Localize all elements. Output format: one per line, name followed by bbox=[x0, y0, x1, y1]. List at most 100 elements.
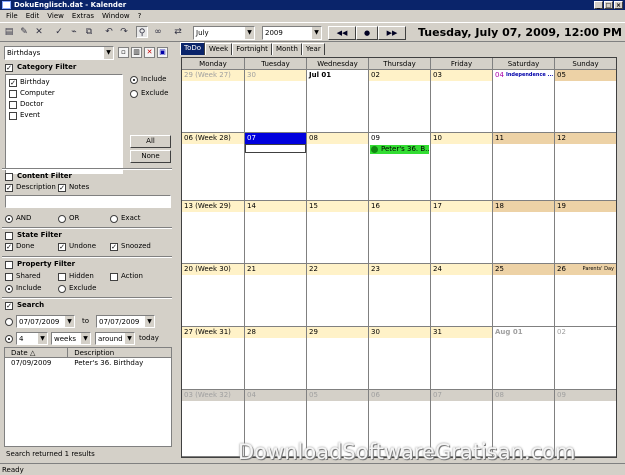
day-cell[interactable]: 23 bbox=[369, 264, 431, 327]
day-cell[interactable]: 26 Parents' Day bbox=[555, 264, 616, 327]
month-calendar[interactable]: Monday Tuesday Wednesday Thursday Friday… bbox=[181, 57, 617, 458]
day-cell[interactable]: 18 bbox=[493, 201, 555, 264]
menu-window[interactable]: Window bbox=[98, 12, 134, 20]
category-computer-checkbox[interactable] bbox=[9, 90, 17, 98]
date-range-radio[interactable] bbox=[5, 318, 13, 326]
column-header-description[interactable]: Description bbox=[68, 348, 171, 357]
tab-week[interactable]: Week bbox=[205, 43, 233, 55]
day-cell[interactable]: 19 bbox=[555, 201, 616, 264]
redo-icon[interactable]: ↷ bbox=[118, 26, 130, 38]
tab-year[interactable]: Year bbox=[301, 43, 325, 55]
day-cell[interactable]: 03 (Week 32) bbox=[182, 390, 245, 457]
month-select[interactable]: July ▼ bbox=[193, 26, 255, 40]
day-cell[interactable]: 15 bbox=[307, 201, 369, 264]
new-icon[interactable]: ▤ bbox=[3, 26, 15, 38]
day-cell[interactable]: 25 bbox=[493, 264, 555, 327]
tab-fortnight[interactable]: Fortnight bbox=[232, 43, 272, 55]
undo-icon[interactable]: ↶ bbox=[103, 26, 115, 38]
category-filter-checkbox[interactable]: ✓ bbox=[5, 64, 13, 72]
sync-icon[interactable]: ⇄ bbox=[172, 26, 184, 38]
day-cell[interactable]: 10 bbox=[431, 133, 493, 201]
day-cell[interactable]: 05 bbox=[555, 70, 616, 133]
content-search-input[interactable] bbox=[5, 195, 171, 208]
day-cell[interactable]: 28 bbox=[245, 327, 307, 390]
range-position-select[interactable]: around ▼ bbox=[95, 332, 135, 345]
day-cell[interactable]: 22 bbox=[307, 264, 369, 327]
undone-checkbox[interactable]: ✓ bbox=[58, 243, 66, 251]
today-button[interactable]: ● bbox=[356, 26, 378, 40]
list-item[interactable]: 07/09/2009 Peter's 36. Birthday bbox=[5, 358, 171, 368]
filter-icon[interactable]: ⚲ bbox=[136, 26, 148, 38]
search-to-date[interactable]: 07/07/2009 ▼ bbox=[96, 315, 155, 328]
day-cell[interactable]: 31 bbox=[431, 327, 493, 390]
shared-checkbox[interactable] bbox=[5, 273, 13, 281]
menu-extras[interactable]: Extras bbox=[68, 12, 98, 20]
tab-month[interactable]: Month bbox=[271, 43, 302, 55]
day-cell[interactable]: 09 Peter's 36. B... bbox=[369, 133, 431, 201]
snooze-icon[interactable]: ⌁ bbox=[68, 26, 80, 38]
day-cell[interactable]: 13 (Week 29) bbox=[182, 201, 245, 264]
stats-icon[interactable]: ▥ bbox=[131, 47, 142, 58]
copy-icon[interactable]: ⧉ bbox=[83, 26, 95, 38]
find-icon[interactable]: ∞ bbox=[152, 26, 164, 38]
category-include-radio[interactable] bbox=[130, 76, 138, 84]
event-item[interactable]: Peter's 36. B... bbox=[370, 145, 429, 154]
category-list[interactable]: ✓ Birthday Computer Doctor Event bbox=[5, 74, 123, 174]
selection-box[interactable] bbox=[245, 144, 306, 153]
hidden-checkbox[interactable] bbox=[58, 273, 66, 281]
save-profile-icon[interactable]: ▣ bbox=[157, 47, 168, 58]
tab-todo[interactable]: ToDo bbox=[180, 42, 206, 55]
day-cell[interactable]: 14 bbox=[245, 201, 307, 264]
action-checkbox[interactable] bbox=[110, 273, 118, 281]
day-cell[interactable]: 11 bbox=[493, 133, 555, 201]
description-checkbox[interactable]: ✓ bbox=[5, 184, 13, 192]
exact-radio[interactable] bbox=[110, 215, 118, 223]
day-cell[interactable]: 12 bbox=[555, 133, 616, 201]
menu-view[interactable]: View bbox=[43, 12, 68, 20]
state-filter-checkbox[interactable] bbox=[5, 232, 13, 240]
category-exclude-radio[interactable] bbox=[130, 90, 138, 98]
close-button[interactable]: × bbox=[614, 1, 623, 9]
day-cell[interactable]: 30 bbox=[245, 70, 307, 133]
day-cell[interactable]: 06 (Week 28) bbox=[182, 133, 245, 201]
property-include-radio[interactable] bbox=[5, 285, 13, 293]
property-exclude-radio[interactable] bbox=[58, 285, 66, 293]
search-results-list[interactable]: Date △ Description 07/09/2009 Peter's 36… bbox=[4, 347, 172, 447]
range-unit-select[interactable]: weeks ▼ bbox=[51, 332, 91, 345]
column-header-date[interactable]: Date △ bbox=[5, 348, 69, 357]
day-cell[interactable]: 21 bbox=[245, 264, 307, 327]
day-cell[interactable]: 08 bbox=[307, 133, 369, 201]
category-event-checkbox[interactable] bbox=[9, 112, 17, 120]
search-from-date[interactable]: 07/07/2009 ▼ bbox=[16, 315, 75, 328]
snoozed-checkbox[interactable]: ✓ bbox=[110, 243, 118, 251]
day-cell[interactable]: 02 bbox=[555, 327, 616, 390]
day-cell[interactable]: 30 bbox=[369, 327, 431, 390]
new-profile-icon[interactable]: ▫ bbox=[118, 47, 129, 58]
content-filter-checkbox[interactable] bbox=[5, 173, 13, 181]
relative-range-radio[interactable] bbox=[5, 335, 13, 343]
day-cell[interactable]: 03 bbox=[431, 70, 493, 133]
property-filter-checkbox[interactable] bbox=[5, 261, 13, 269]
done-checkbox[interactable]: ✓ bbox=[5, 243, 13, 251]
done-icon[interactable]: ✓ bbox=[53, 26, 65, 38]
delete-icon[interactable]: ✕ bbox=[33, 26, 45, 38]
menu-help[interactable]: ? bbox=[134, 12, 146, 20]
edit-icon[interactable]: ✎ bbox=[18, 26, 30, 38]
category-doctor-checkbox[interactable] bbox=[9, 101, 17, 109]
profile-select[interactable]: Birthdays ▼ bbox=[4, 46, 114, 60]
day-cell[interactable]: 16 bbox=[369, 201, 431, 264]
and-radio[interactable] bbox=[5, 215, 13, 223]
or-radio[interactable] bbox=[58, 215, 66, 223]
day-cell[interactable]: 29 bbox=[307, 327, 369, 390]
minimize-button[interactable]: _ bbox=[594, 1, 603, 9]
menu-edit[interactable]: Edit bbox=[22, 12, 44, 20]
day-cell[interactable]: 17 bbox=[431, 201, 493, 264]
day-cell[interactable]: 02 bbox=[369, 70, 431, 133]
search-checkbox[interactable]: ✓ bbox=[5, 302, 13, 310]
maximize-button[interactable]: □ bbox=[604, 1, 613, 9]
year-select[interactable]: 2009 ▼ bbox=[262, 26, 322, 40]
day-cell[interactable]: 24 bbox=[431, 264, 493, 327]
previous-month-button[interactable]: ◀◀ bbox=[328, 26, 356, 40]
day-cell[interactable]: 29 (Week 27) bbox=[182, 70, 245, 133]
menu-file[interactable]: File bbox=[2, 12, 22, 20]
